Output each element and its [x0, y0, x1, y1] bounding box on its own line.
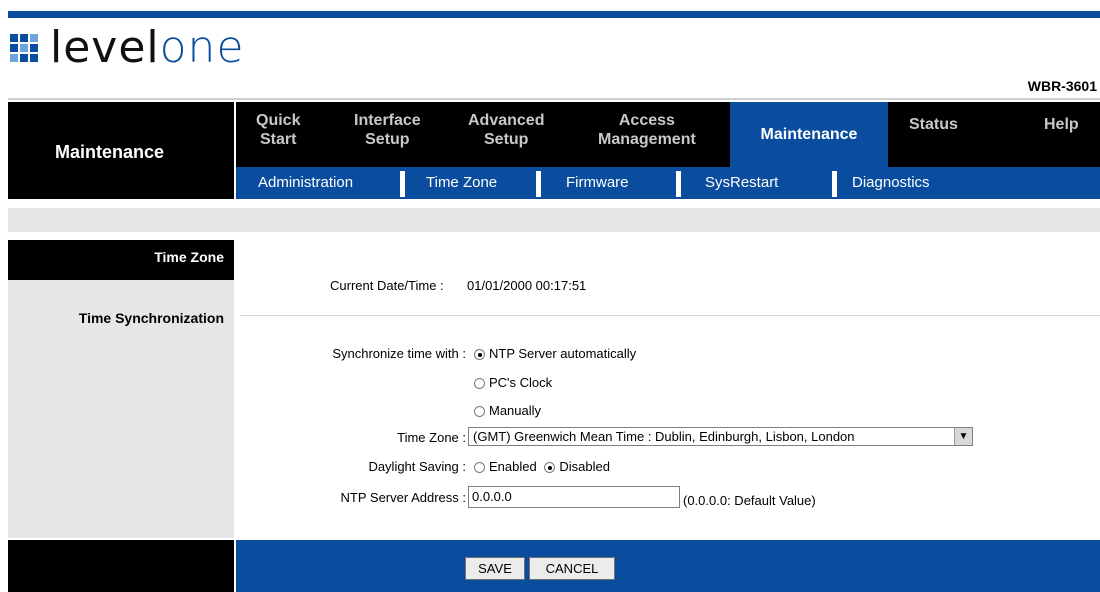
dropdown-arrow-icon[interactable]: ▼	[954, 428, 972, 445]
nav-help[interactable]: Help	[1044, 102, 1079, 148]
nav-status[interactable]: Status	[909, 102, 958, 148]
nav-access-management[interactable]: Access Management	[598, 111, 696, 149]
sub-nav: Administration Time Zone Firmware SysRes…	[236, 167, 1100, 199]
current-datetime-label: Current Date/Time :	[330, 278, 444, 293]
footer-left	[8, 540, 234, 592]
logo-grid-icon	[10, 34, 38, 62]
subnav-diagnostics[interactable]: Diagnostics	[852, 167, 930, 199]
radio-ntp[interactable]	[474, 349, 485, 360]
cancel-button[interactable]: CANCEL	[529, 557, 615, 580]
subnav-separator	[832, 171, 837, 197]
nav-interface-setup[interactable]: Interface Setup	[354, 111, 421, 149]
top-accent-bar	[8, 11, 1100, 18]
nav-quick-start[interactable]: Quick Start	[256, 111, 300, 149]
nav-maintenance[interactable]: Maintenance	[730, 102, 888, 167]
ntp-address-input[interactable]: 0.0.0.0	[468, 486, 680, 508]
ntp-default-hint: (0.0.0.0: Default Value)	[683, 493, 816, 508]
dst-enabled-option[interactable]: Enabled	[474, 459, 537, 474]
subnav-firmware[interactable]: Firmware	[566, 167, 629, 199]
section-header: Maintenance	[8, 102, 234, 199]
radio-manually[interactable]	[474, 406, 485, 417]
ntp-address-label: NTP Server Address :	[340, 490, 466, 505]
radio-pc-clock[interactable]	[474, 378, 485, 389]
main-nav: Quick Start Interface Setup Advanced Setup …	[236, 102, 1100, 167]
save-button[interactable]: SAVE	[465, 557, 525, 580]
sync-option-manually[interactable]: Manually	[474, 403, 541, 418]
subnav-separator	[676, 171, 681, 197]
subnav-separator	[400, 171, 405, 197]
radio-dst-disabled[interactable]	[544, 462, 556, 473]
dst-disabled-option[interactable]: Disabled	[544, 459, 610, 474]
model-number: WBR-3601	[1027, 78, 1097, 94]
nav-advanced-setup[interactable]: Advanced Setup	[468, 111, 544, 149]
levelone-logo: levelone	[10, 26, 245, 70]
subnav-separator	[536, 171, 541, 197]
subnav-sysrestart[interactable]: SysRestart	[705, 167, 778, 199]
dst-options: Enabled Disabled	[474, 459, 610, 474]
timezone-select[interactable]: (GMT) Greenwich Mean Time : Dublin, Edin…	[468, 427, 973, 446]
logo-wordmark: levelone	[50, 22, 245, 73]
spacer-band	[8, 208, 1100, 232]
section-title: Maintenance	[55, 142, 165, 162]
timezone-label: Time Zone :	[397, 430, 466, 445]
dst-label: Daylight Saving :	[368, 459, 466, 474]
sync-option-ntp[interactable]: NTP Server automatically	[474, 346, 636, 361]
subnav-time-zone[interactable]: Time Zone	[426, 167, 497, 199]
left-panel: Time Zone Time Synchronization	[8, 240, 234, 538]
time-sync-heading: Time Synchronization	[78, 310, 224, 326]
radio-dst-enabled[interactable]	[474, 462, 485, 473]
subnav-administration[interactable]: Administration	[258, 167, 353, 199]
current-datetime-value: 01/01/2000 00:17:51	[467, 278, 587, 293]
sync-option-pc-clock[interactable]: PC's Clock	[474, 375, 552, 390]
footer-bar	[236, 540, 1100, 592]
sync-label: Synchronize time with :	[332, 346, 466, 361]
timezone-selected-value: (GMT) Greenwich Mean Time : Dublin, Edin…	[473, 429, 855, 444]
time-zone-heading: Time Zone	[8, 240, 234, 280]
section-divider	[240, 315, 1100, 316]
header-divider	[8, 98, 1100, 100]
